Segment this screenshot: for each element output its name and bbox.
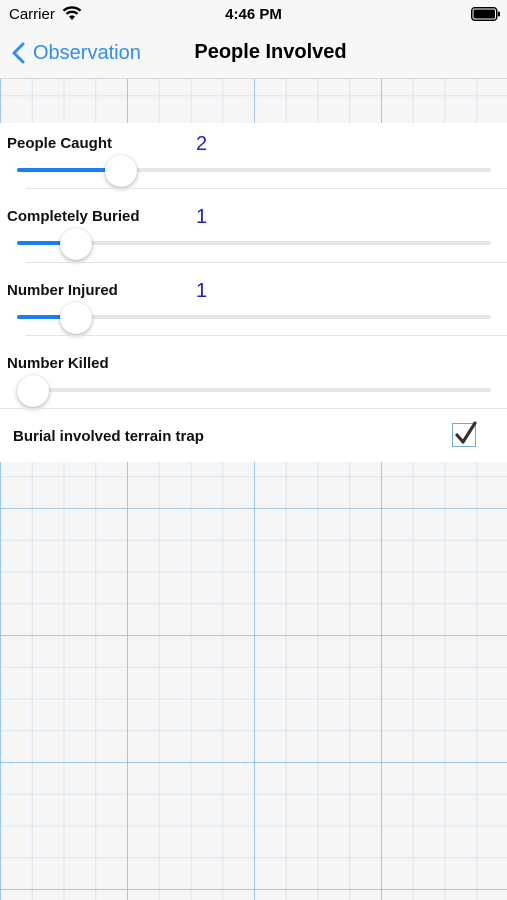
divider (26, 262, 507, 263)
people-involved-form: People Caught 2 Completely Buried 1 Numb… (0, 123, 507, 462)
slider-thumb[interactable] (17, 375, 49, 407)
number-killed-slider[interactable] (17, 375, 491, 407)
divider (26, 335, 507, 336)
terrain-trap-checkbox[interactable] (452, 421, 477, 447)
slider-thumb[interactable] (105, 155, 138, 187)
completely-buried-value: 1 (196, 206, 208, 228)
battery-icon (471, 7, 500, 21)
status-time: 4:46 PM (225, 6, 282, 23)
divider (26, 188, 507, 189)
number-injured-value: 1 (196, 280, 208, 302)
slider-thumb[interactable] (60, 228, 93, 260)
people-caught-value: 2 (196, 133, 208, 155)
terrain-trap-label: Burial involved terrain trap (13, 428, 204, 445)
status-bar: Carrier 4:46 PM (0, 0, 507, 28)
slider-track (17, 388, 491, 392)
people-caught-slider[interactable] (17, 155, 491, 187)
navigation-bar: Observation People Involved (0, 28, 507, 79)
number-injured-label: Number Injured (7, 282, 118, 299)
slider-thumb[interactable] (60, 302, 93, 334)
checkmark-icon (455, 421, 477, 444)
people-caught-label: People Caught (7, 135, 113, 152)
row-terrain-trap: Burial involved terrain trap (0, 409, 507, 462)
number-killed-label: Number Killed (7, 355, 109, 372)
completely-buried-label: Completely Buried (7, 208, 140, 225)
number-injured-slider[interactable] (17, 302, 491, 334)
completely-buried-slider[interactable] (17, 228, 491, 260)
page-title: People Involved (194, 41, 347, 63)
